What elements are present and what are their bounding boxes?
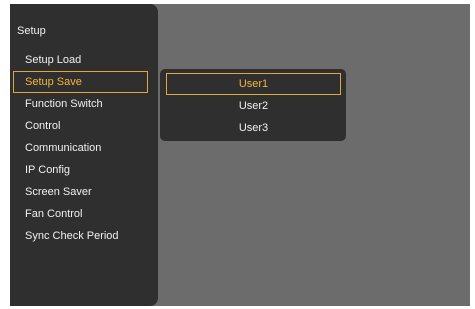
submenu-item-user2[interactable]: User2 (166, 95, 341, 117)
setup-menu-title: Setup (17, 25, 46, 37)
menu-item-sync-check-period[interactable]: Sync Check Period (13, 225, 148, 247)
menu-item-communication[interactable]: Communication (13, 137, 148, 159)
menu-item-fan-control[interactable]: Fan Control (13, 203, 148, 225)
menu-item-setup-save[interactable]: Setup Save (13, 71, 148, 93)
menu-item-control[interactable]: Control (13, 115, 148, 137)
setup-save-submenu-list: User1 User2 User3 (166, 73, 341, 139)
setup-save-submenu-panel: User1 User2 User3 (160, 69, 346, 141)
menu-item-setup-load[interactable]: Setup Load (13, 49, 148, 71)
setup-menu-list: Setup Load Setup Save Function Switch Co… (13, 49, 148, 247)
menu-item-function-switch[interactable]: Function Switch (13, 93, 148, 115)
submenu-item-user1[interactable]: User1 (166, 73, 341, 95)
submenu-item-user3[interactable]: User3 (166, 117, 341, 139)
menu-item-ip-config[interactable]: IP Config (13, 159, 148, 181)
menu-item-screen-saver[interactable]: Screen Saver (13, 181, 148, 203)
